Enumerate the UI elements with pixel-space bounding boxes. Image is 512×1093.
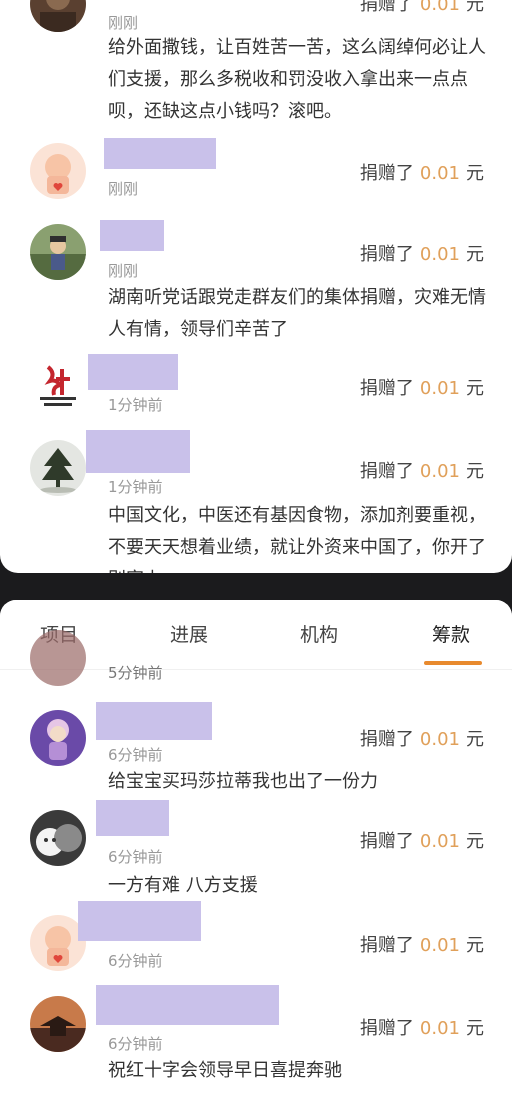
user-avatar[interactable] [30, 630, 86, 686]
donation-label: 捐赠了 [359, 461, 414, 482]
donation-amount: 捐赠了 0.01 元 [360, 827, 484, 853]
donation-amount: 捐赠了 0.01 元 [360, 159, 484, 185]
amount-value: 0.01 [419, 729, 460, 750]
tab-fundraising[interactable]: 筹款 [432, 620, 470, 647]
user-avatar[interactable] [30, 440, 86, 496]
donation-label: 捐赠了 [359, 163, 414, 184]
user-avatar[interactable] [30, 996, 86, 1052]
amount-unit: 元 [466, 378, 484, 399]
timestamp: 6分钟前 [108, 1035, 163, 1053]
timestamp: 1分钟前 [108, 478, 163, 496]
amount-value: 0.01 [419, 378, 460, 399]
amount-unit: 元 [466, 935, 484, 956]
timestamp: 刚刚 [108, 14, 139, 32]
timestamp: 6分钟前 [108, 848, 163, 866]
donation-amount: 捐赠了 0.01 元 [360, 374, 484, 400]
user-avatar[interactable] [30, 143, 86, 199]
donation-label: 捐赠了 [359, 0, 414, 15]
timestamp: 1分钟前 [108, 396, 163, 414]
amount-unit: 元 [466, 461, 484, 482]
amount-unit: 元 [466, 831, 484, 852]
active-tab-indicator [424, 661, 482, 665]
donation-label: 捐赠了 [359, 729, 414, 750]
donation-label: 捐赠了 [359, 935, 414, 956]
donation-label: 捐赠了 [359, 378, 414, 399]
timestamp: 6分钟前 [108, 952, 163, 970]
amount-value: 0.01 [419, 1018, 460, 1039]
donation-amount: 捐赠了 0.01 元 [360, 240, 484, 266]
amount-unit: 元 [466, 0, 484, 15]
comment-text: 给宝宝买玛莎拉蒂我也出了一份力 [108, 771, 378, 792]
redacted-username [104, 138, 216, 169]
redacted-username [100, 220, 164, 251]
timestamp: 5分钟前 [108, 664, 163, 682]
donation-label: 捐赠了 [359, 244, 414, 265]
comment-text: 祝红十字会领导早日喜提奔驰 [108, 1060, 342, 1081]
timestamp: 刚刚 [108, 262, 139, 280]
donation-feed-top: 捐赠了 0.01 元 刚刚 给外面撒钱，让百姓苦一苦，这么阔绰何必让人们支援，那么多… [0, 0, 512, 573]
donation-amount: 捐赠了 0.01 元 [360, 1014, 484, 1040]
amount-value: 0.01 [419, 244, 460, 265]
donation-amount: 捐赠了 0.01 元 [360, 931, 484, 957]
donation-feed-bottom: 项目 进展 机构 筹款 5分钟前 捐赠了0.01元 6分钟前 给宝宝买玛莎拉蒂我… [0, 600, 512, 1093]
comment-text: 一方有难 八方支援 [108, 875, 258, 896]
donation-label: 捐赠了 [359, 831, 414, 852]
amount-unit: 元 [466, 244, 484, 265]
redacted-username [96, 800, 169, 836]
donation-amount: 捐赠了 0.01 元 [360, 0, 484, 16]
redacted-username [96, 702, 212, 740]
redacted-username [88, 354, 178, 390]
amount-value: 0.01 [419, 0, 460, 15]
amount-unit: 元 [466, 1018, 484, 1039]
redacted-username [96, 985, 279, 1025]
amount-unit: 元 [466, 163, 484, 184]
user-avatar[interactable] [30, 810, 86, 866]
user-avatar[interactable] [30, 224, 86, 280]
redacted-username [86, 430, 190, 473]
amount-value: 0.01 [419, 935, 460, 956]
tab-progress[interactable]: 进展 [170, 620, 208, 647]
timestamp: 刚刚 [108, 180, 139, 198]
user-avatar[interactable] [30, 0, 86, 32]
donation-amount: 捐赠了 0.01 元 [360, 725, 484, 751]
comment-text: 给外面撒钱，让百姓苦一苦，这么阔绰何必让人们支援，那么多税收和罚没收入拿出来一点… [108, 37, 486, 122]
amount-value: 0.01 [419, 461, 460, 482]
timestamp: 6分钟前 [108, 746, 163, 764]
donation-amount: 捐赠了 0.01 元 [360, 457, 484, 483]
tab-organization[interactable]: 机构 [300, 620, 338, 647]
amount-value: 0.01 [419, 163, 460, 184]
user-avatar[interactable] [30, 357, 86, 413]
amount-value: 0.01 [419, 831, 460, 852]
comment-text: 中国文化，中医还有基因食物，添加剂要重视，不要天天想着业绩，就让外资来中国了，你… [108, 505, 486, 573]
donation-label: 捐赠了 [359, 1018, 414, 1039]
user-avatar[interactable] [30, 710, 86, 766]
amount-unit: 元 [466, 729, 484, 750]
comment-text: 湖南听党话跟党走群友们的集体捐赠，灾难无情人有情，领导们辛苦了 [108, 287, 486, 340]
redacted-username [78, 901, 201, 941]
